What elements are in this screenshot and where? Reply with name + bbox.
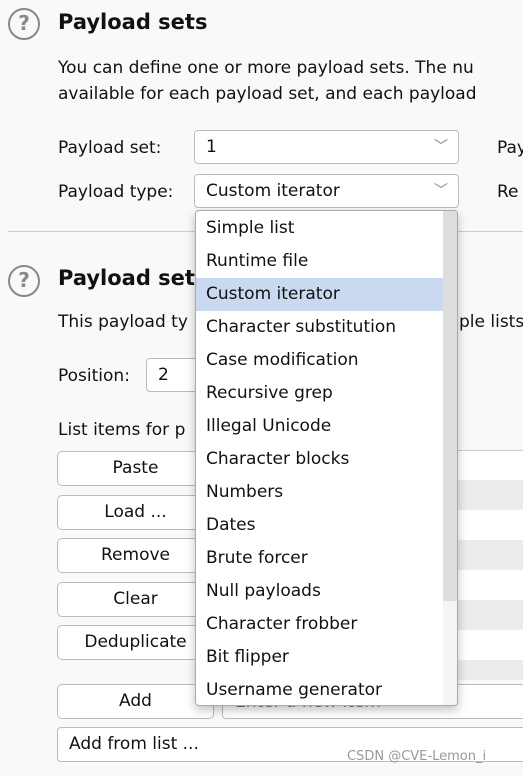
paste-button[interactable]: Paste (57, 451, 214, 486)
menu-item[interactable]: Simple list (196, 212, 444, 245)
menu-item[interactable]: Custom iterator (196, 278, 444, 311)
list-row[interactable] (458, 510, 523, 540)
payload-type-label: Payload type: (58, 182, 174, 202)
payload-set-value: 1 (206, 137, 217, 157)
menu-item[interactable]: Null payloads (196, 575, 444, 608)
menu-item[interactable]: Dates (196, 509, 444, 542)
list-row[interactable] (458, 570, 523, 600)
menu-item[interactable]: Bit flipper (196, 641, 444, 674)
scrollbar-thumb[interactable] (443, 211, 457, 601)
menu-item[interactable]: Character frobber (196, 608, 444, 641)
list-row[interactable] (458, 630, 523, 660)
list-row[interactable] (458, 660, 523, 680)
help-icon[interactable]: ? (8, 8, 40, 40)
payload-type-select[interactable]: Custom iterator ﹀ (194, 174, 459, 208)
payload-type-dropdown[interactable]: Simple list Runtime file Custom iterator Ch… (195, 210, 458, 706)
payload-count-label: Pay (497, 138, 523, 158)
description: You can define one or more payload sets.… (58, 58, 474, 78)
list-row[interactable] (458, 540, 523, 570)
load-button[interactable]: Load ... (57, 495, 214, 530)
description: available for each payload set, and each… (58, 84, 477, 104)
payload-set-label: Payload set: (58, 138, 162, 158)
menu-item[interactable]: Numbers (196, 476, 444, 509)
menu-item[interactable]: Illegal Unicode (196, 410, 444, 443)
menu-item[interactable]: Brute forcer (196, 542, 444, 575)
position-label: Position: (58, 366, 130, 386)
menu-item[interactable]: Username generator (196, 674, 444, 705)
section-title: Payload sets (58, 10, 208, 34)
watermark: CSDN @CVE-Lemon_i (347, 749, 487, 764)
menu-item[interactable]: Case modification (196, 344, 444, 377)
scrollbar[interactable] (443, 211, 457, 705)
list-row[interactable] (458, 600, 523, 630)
list-row[interactable] (458, 480, 523, 510)
chevron-down-icon: ﹀ (434, 183, 448, 199)
add-button[interactable]: Add (57, 684, 214, 719)
menu-item[interactable]: Runtime file (196, 245, 444, 278)
help-icon[interactable]: ? (8, 265, 40, 297)
menu-item[interactable]: Recursive grep (196, 377, 444, 410)
description: ple lists (459, 312, 523, 332)
request-count-label: Re (497, 182, 519, 202)
list-items-label: List items for p (58, 420, 186, 440)
description: This payload ty (58, 312, 188, 332)
remove-button[interactable]: Remove (57, 538, 214, 573)
menu-item[interactable]: Character blocks (196, 443, 444, 476)
menu-item[interactable]: Character substitution (196, 311, 444, 344)
position-value: 2 (158, 365, 169, 385)
list-row[interactable] (458, 450, 523, 480)
payload-type-value: Custom iterator (206, 181, 340, 201)
clear-button[interactable]: Clear (57, 582, 214, 617)
chevron-down-icon: ﹀ (434, 139, 448, 155)
section-title: Payload sett (58, 266, 205, 290)
payload-set-select[interactable]: 1 ﹀ (194, 130, 459, 164)
deduplicate-button[interactable]: Deduplicate (57, 625, 214, 660)
